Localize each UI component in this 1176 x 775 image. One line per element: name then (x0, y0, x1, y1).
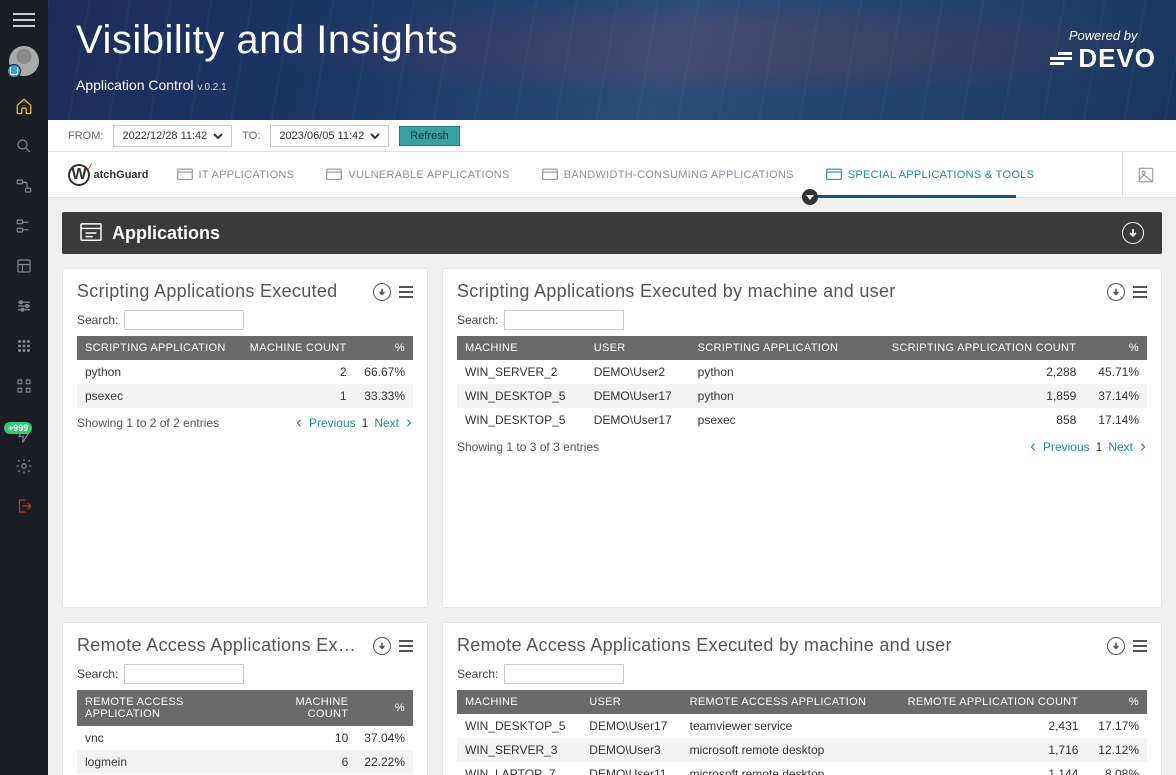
page-subtitle: Application Control (76, 77, 194, 93)
refresh-button[interactable]: Refresh (399, 126, 460, 146)
panel-title: Remote Access Applications Executed by m… (457, 635, 1099, 656)
home-icon[interactable] (0, 86, 48, 126)
chevron-left-icon (1029, 443, 1037, 451)
notification-badge: +999 (4, 422, 32, 434)
table-row: logmein622.22% (77, 750, 413, 774)
table-info: Showing 1 to 2 of 2 entries (77, 416, 295, 430)
table-row: psexec133.33% (77, 384, 413, 408)
tab-it-applications[interactable]: IT APPLICATIONS (161, 152, 311, 197)
from-label: FROM: (68, 130, 103, 142)
tab-vulnerable-applications[interactable]: VULNERABLE APPLICATIONS (310, 152, 525, 197)
applications-icon (80, 223, 102, 243)
chevron-down-icon (213, 131, 223, 141)
search-input[interactable] (504, 310, 624, 330)
remote-apps-table: REMOTE ACCESS APPLICATION MACHINE COUNT … (77, 690, 413, 774)
chevron-left-icon (295, 419, 303, 427)
version-label: v.0.2.1 (197, 82, 226, 93)
panel-remote-apps: Remote Access Applications Exec… Search:… (62, 622, 428, 775)
left-sidebar: +999 (0, 0, 48, 775)
table-row: vnc1037.04% (77, 726, 413, 750)
table-row: WIN_DESKTOP_5DEMO\User17python1,85937.14… (457, 384, 1147, 408)
search-icon[interactable] (0, 126, 48, 166)
prev-link[interactable]: Previous (309, 416, 356, 430)
next-link[interactable]: Next (1108, 440, 1133, 454)
hero-banner: Visibility and Insights Application Cont… (48, 0, 1176, 120)
flow-icon[interactable] (0, 166, 48, 206)
menu-icon[interactable] (1133, 286, 1147, 298)
prev-link[interactable]: Previous (1043, 440, 1090, 454)
menu-icon[interactable] (1133, 640, 1147, 652)
table-row: WIN_LAPTOP_7DEMO\User11microsoft remote … (457, 762, 1147, 775)
tab-special-applications[interactable]: SPECIAL APPLICATIONS & TOOLS (810, 152, 1051, 197)
table-row: WIN_DESKTOP_5DEMO\User17psexec85817.14% (457, 408, 1147, 432)
tab-bar: W⁄atchGuard IT APPLICATIONS VULNERABLE A… (48, 152, 1176, 198)
panel-scripting-by-machine-user: Scripting Applications Executed by machi… (442, 268, 1162, 608)
panel-remote-by-machine-user: Remote Access Applications Executed by m… (442, 622, 1162, 775)
logout-icon[interactable] (0, 486, 48, 526)
chevron-right-icon (1139, 443, 1147, 451)
devo-icon (1050, 50, 1072, 67)
page-number: 1 (362, 416, 369, 430)
bolt-icon[interactable]: +999 (0, 406, 48, 446)
page-title: Visibility and Insights (76, 18, 1148, 63)
panel-title: Scripting Applications Executed by machi… (457, 281, 1099, 302)
image-icon[interactable] (1122, 152, 1168, 197)
table-info: Showing 1 to 3 of 3 entries (457, 440, 1029, 454)
section-header: Applications (62, 212, 1162, 254)
scripting-by-mu-table: MACHINE USER SCRIPTING APPLICATION SCRIP… (457, 336, 1147, 432)
chevron-right-icon (405, 419, 413, 427)
panel-title: Remote Access Applications Exec… (77, 635, 365, 656)
tab-bandwidth-applications[interactable]: BANDWIDTH-CONSUMING APPLICATIONS (526, 152, 810, 197)
menu-icon[interactable] (399, 286, 413, 298)
panel-scripting-apps: Scripting Applications Executed Search: … (62, 268, 428, 608)
search-input[interactable] (504, 664, 624, 684)
search-input[interactable] (124, 310, 244, 330)
watchguard-logo: W⁄atchGuard (56, 164, 161, 186)
scripting-apps-table: SCRIPTING APPLICATION MACHINE COUNT % py… (77, 336, 413, 408)
section-title: Applications (112, 223, 1122, 244)
table-row: WIN_DESKTOP_5DEMO\User17teamviewer servi… (457, 714, 1147, 738)
table-row: python266.67% (77, 360, 413, 384)
panels-icon[interactable] (0, 246, 48, 286)
panel-title: Scripting Applications Executed (77, 281, 365, 302)
chevron-down-icon (370, 131, 380, 141)
lock-icon (7, 64, 21, 78)
download-icon[interactable] (373, 637, 391, 655)
download-icon[interactable] (1107, 637, 1125, 655)
page-number: 1 (1096, 440, 1103, 454)
grid2-icon[interactable] (0, 366, 48, 406)
menu-icon[interactable] (399, 640, 413, 652)
from-date-picker[interactable]: 2022/12/28 11:42 (113, 125, 232, 147)
hamburger-menu[interactable] (0, 0, 48, 40)
table-row: WIN_SERVER_3DEMO\User3microsoft remote d… (457, 738, 1147, 762)
sliders-icon[interactable] (0, 286, 48, 326)
grid-icon[interactable] (0, 326, 48, 366)
gear-icon[interactable] (0, 446, 48, 486)
user-avatar[interactable] (9, 46, 39, 76)
download-icon[interactable] (1122, 222, 1144, 244)
to-label: TO: (242, 130, 260, 142)
tab-knob-icon[interactable] (802, 189, 818, 205)
search-input[interactable] (124, 664, 244, 684)
powered-by: Powered by DEVO (1050, 28, 1156, 74)
to-date-picker[interactable]: 2023/06/05 11:42 (270, 125, 389, 147)
next-link[interactable]: Next (374, 416, 399, 430)
table-row: WIN_SERVER_2DEMO\User2python2,28845.71% (457, 360, 1147, 384)
download-icon[interactable] (1107, 283, 1125, 301)
date-range-bar: FROM: 2022/12/28 11:42 TO: 2023/06/05 11… (48, 120, 1176, 152)
download-icon[interactable] (373, 283, 391, 301)
remote-by-mu-table: MACHINE USER REMOTE ACCESS APPLICATION R… (457, 690, 1147, 775)
flow2-icon[interactable] (0, 206, 48, 246)
